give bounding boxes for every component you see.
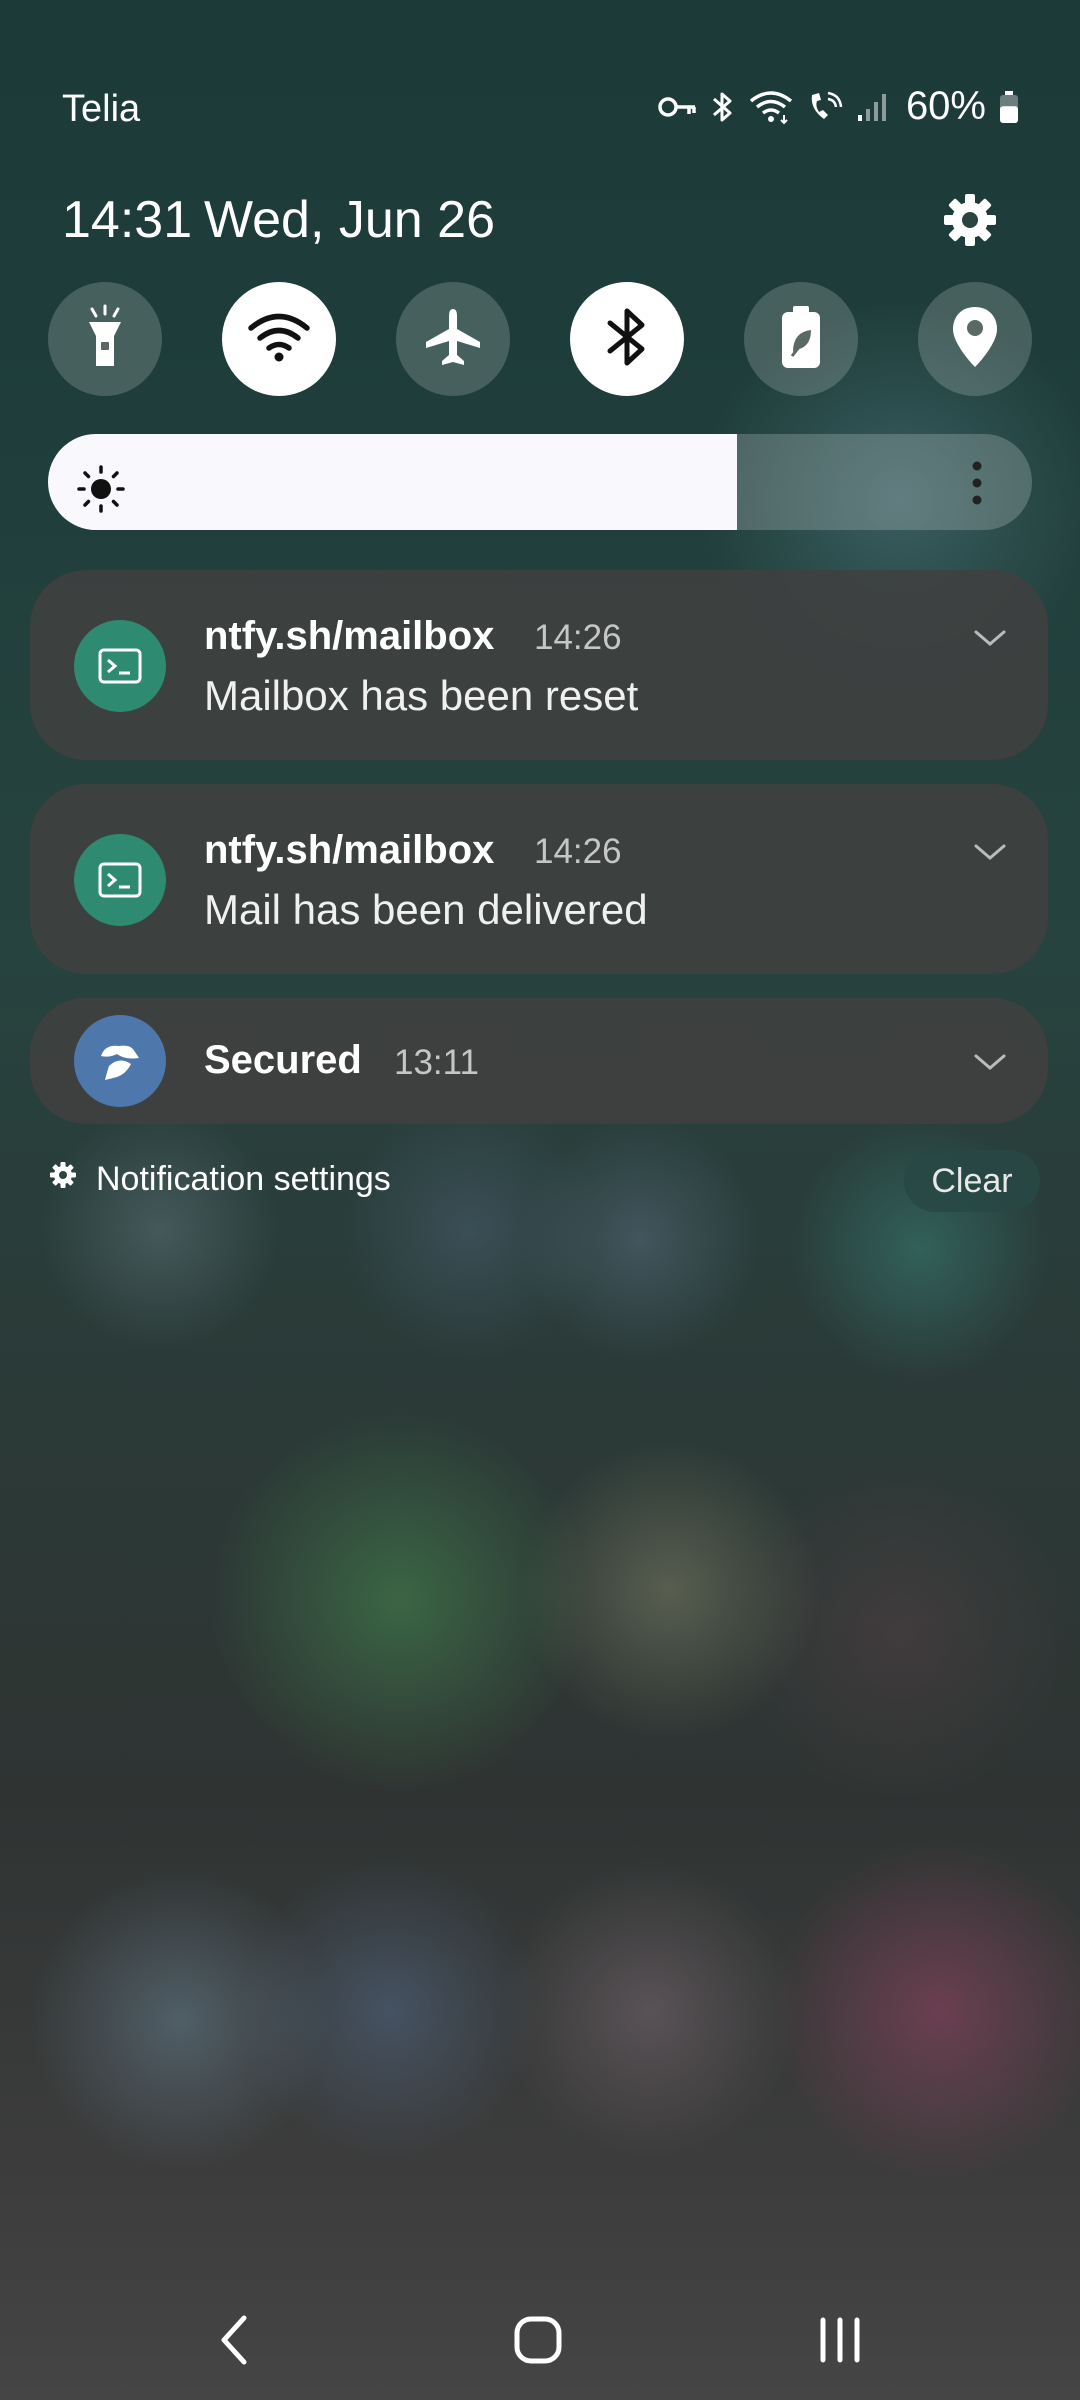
notification-message: Mailbox has been reset — [204, 672, 639, 719]
notification-time: 14:26 — [534, 832, 622, 871]
notification-card-0[interactable]: ntfy.sh/mailbox 14:26 Mailbox has been r… — [30, 570, 1048, 760]
airplane-icon — [422, 306, 484, 373]
home-icon[interactable] — [498, 2300, 578, 2380]
notification-time: 14:26 — [534, 618, 622, 657]
chevron-down-icon[interactable] — [970, 840, 1010, 864]
wifi-icon — [748, 89, 794, 125]
battery-icon — [998, 90, 1020, 124]
more-options-icon[interactable] — [962, 458, 992, 508]
bluetooth-icon — [605, 305, 649, 374]
notification-app-name: ntfy.sh/mailbox — [204, 614, 495, 658]
tile-flashlight[interactable] — [48, 282, 162, 396]
date: Wed, Jun 26 — [204, 191, 496, 249]
cell-signal-icon — [856, 91, 888, 123]
notification-message: Mail has been delivered — [204, 886, 648, 933]
chevron-down-icon[interactable] — [970, 1050, 1010, 1074]
notification-card-2[interactable]: Secured 13:11 — [30, 998, 1048, 1124]
tile-power-saving[interactable] — [744, 282, 858, 396]
quick-settings-tiles — [48, 282, 1032, 396]
battery-percent: 60% — [905, 84, 986, 128]
vpn-key-icon — [658, 94, 698, 120]
notification-settings-link[interactable]: Notification settings — [48, 1160, 391, 1199]
notification-app-name: Secured — [204, 1038, 362, 1082]
notification-time: 13:11 — [394, 1043, 479, 1082]
tile-airplane-mode[interactable] — [396, 282, 510, 396]
notification-card-1[interactable]: ntfy.sh/mailbox 14:26 Mail has been deli… — [30, 784, 1048, 974]
notification-app-name: ntfy.sh/mailbox — [204, 828, 495, 872]
secured-hat-icon — [74, 1015, 166, 1107]
wifi-icon — [248, 311, 310, 368]
battery-leaf-icon — [779, 304, 823, 375]
location-pin-icon — [950, 304, 1000, 375]
tile-location[interactable] — [918, 282, 1032, 396]
flashlight-icon — [80, 304, 130, 375]
back-icon[interactable] — [196, 2300, 276, 2380]
terminal-icon — [74, 620, 166, 712]
tile-wifi[interactable] — [222, 282, 336, 396]
tile-bluetooth[interactable] — [570, 282, 684, 396]
terminal-icon — [74, 834, 166, 926]
status-bar: Telia 60% — [0, 0, 1080, 130]
recents-icon[interactable] — [800, 2300, 880, 2380]
settings-gear-icon[interactable] — [940, 190, 1000, 250]
navigation-bar — [0, 2270, 1080, 2400]
wifi-calling-icon — [806, 89, 844, 125]
brightness-level — [48, 434, 737, 530]
brightness-sun-icon — [76, 464, 126, 514]
brightness-slider[interactable] — [48, 434, 1032, 530]
carrier-name: Telia — [62, 88, 141, 130]
status-icons: 60% — [658, 84, 1020, 129]
clock: 14:31 — [62, 191, 193, 249]
chevron-down-icon[interactable] — [970, 626, 1010, 650]
gear-icon — [48, 1160, 78, 1199]
bluetooth-icon — [710, 89, 736, 125]
notification-settings-label: Notification settings — [96, 1160, 391, 1198]
clear-button[interactable]: Clear — [904, 1150, 1040, 1212]
